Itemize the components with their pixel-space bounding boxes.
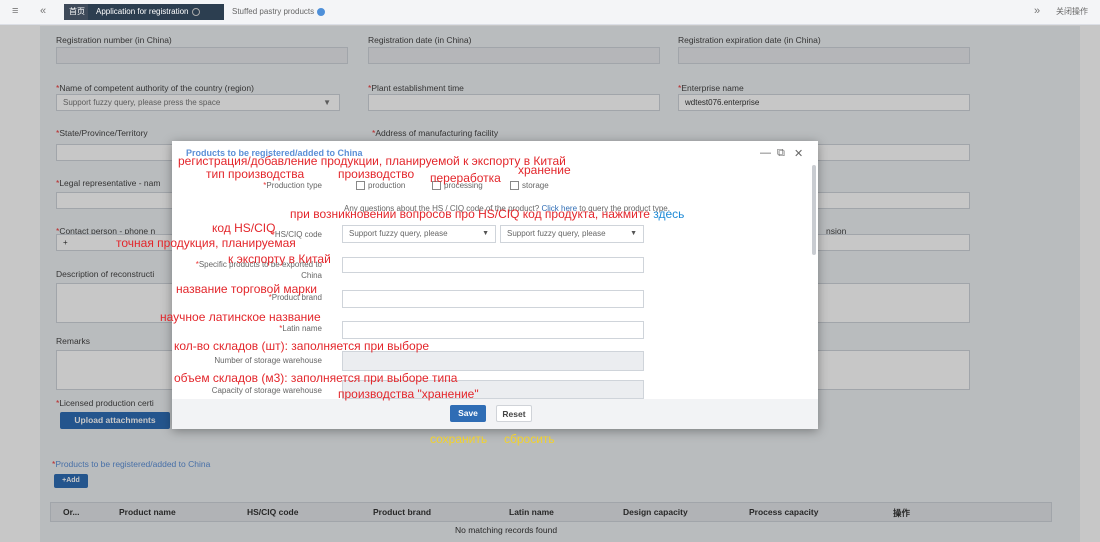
hs-code-select-1[interactable]: Support fuzzy query, please ▼ [342,225,496,243]
checkbox-icon[interactable] [356,181,365,191]
annotation-storage-capacity-line2: производства "хранение" [338,387,479,401]
tab-stuffed-pastry-products[interactable]: Stuffed pastry products [224,4,340,20]
storage-count-label: Number of storage warehouse [214,356,322,365]
minimize-icon[interactable]: — [760,147,771,159]
tab-label: Application for registration [96,7,189,16]
annotation-here-link: здесь [653,207,685,221]
close-icon[interactable]: ✕ [794,147,803,160]
storage-count-input[interactable] [342,351,644,371]
save-button[interactable]: Save [450,405,486,422]
annotation-specific-line1: точная продукция, планируемая [116,236,296,250]
annotation-hs-question: при возникновении вопросов про HS/CIQ ко… [290,207,685,221]
storage-capacity-label: Capacity of storage warehouse [211,386,322,395]
latin-name-input[interactable] [342,321,644,339]
scroll-right-icon[interactable]: » [1034,5,1040,17]
annotation-processing: переработка [430,171,501,185]
annotation-save: сохранить [430,432,488,446]
annotation-production: производство [338,167,415,181]
annotation-specific-line2: к экспорту в Китай [228,252,331,266]
latin-name-label: *Latin name [279,324,322,333]
top-tab-bar: ≡ « 首页 Application for registration Stuf… [0,0,1100,25]
menu-icon[interactable]: ≡ [12,5,18,17]
production-type-label: *Production type [263,181,322,190]
specific-products-input[interactable] [342,257,644,273]
annotation-storage-count: кол-во складов (шт): заполняется при выб… [174,339,430,353]
product-brand-input[interactable] [342,290,644,308]
hs-code-select-2[interactable]: Support fuzzy query, please ▼ [500,225,644,243]
production-checkbox[interactable]: production [356,181,405,191]
tab-close-icon[interactable] [317,7,326,16]
modal-scrollbar[interactable] [812,165,816,255]
tab-home[interactable]: 首页 [64,4,90,20]
annotation-storage: хранение [518,163,571,177]
modal-footer: Save Reset [172,399,818,429]
annotation-latin: научное латинское название [160,310,321,324]
tab-application-for-registration[interactable]: Application for registration [88,4,224,20]
annotation-production-type: тип производства [206,167,305,181]
maximize-icon[interactable]: ⧉ [777,147,785,160]
reset-button[interactable]: Reset [496,405,532,422]
annotation-storage-capacity-line1: объем складов (м3): заполняется при выбо… [174,371,458,385]
checkbox-icon[interactable] [510,181,519,191]
tab-close-icon[interactable] [191,7,200,16]
scroll-left-icon[interactable]: « [40,5,46,17]
tab-label: Stuffed pastry products [232,7,315,16]
annotation-hs-code: код HS/CIQ [212,221,276,235]
annotation-brand: название торговой марки [176,282,317,296]
close-operations-dropdown[interactable]: 关闭操作 [1056,6,1088,17]
storage-checkbox[interactable]: storage [510,181,549,191]
annotation-reset: сбросить [504,432,555,446]
